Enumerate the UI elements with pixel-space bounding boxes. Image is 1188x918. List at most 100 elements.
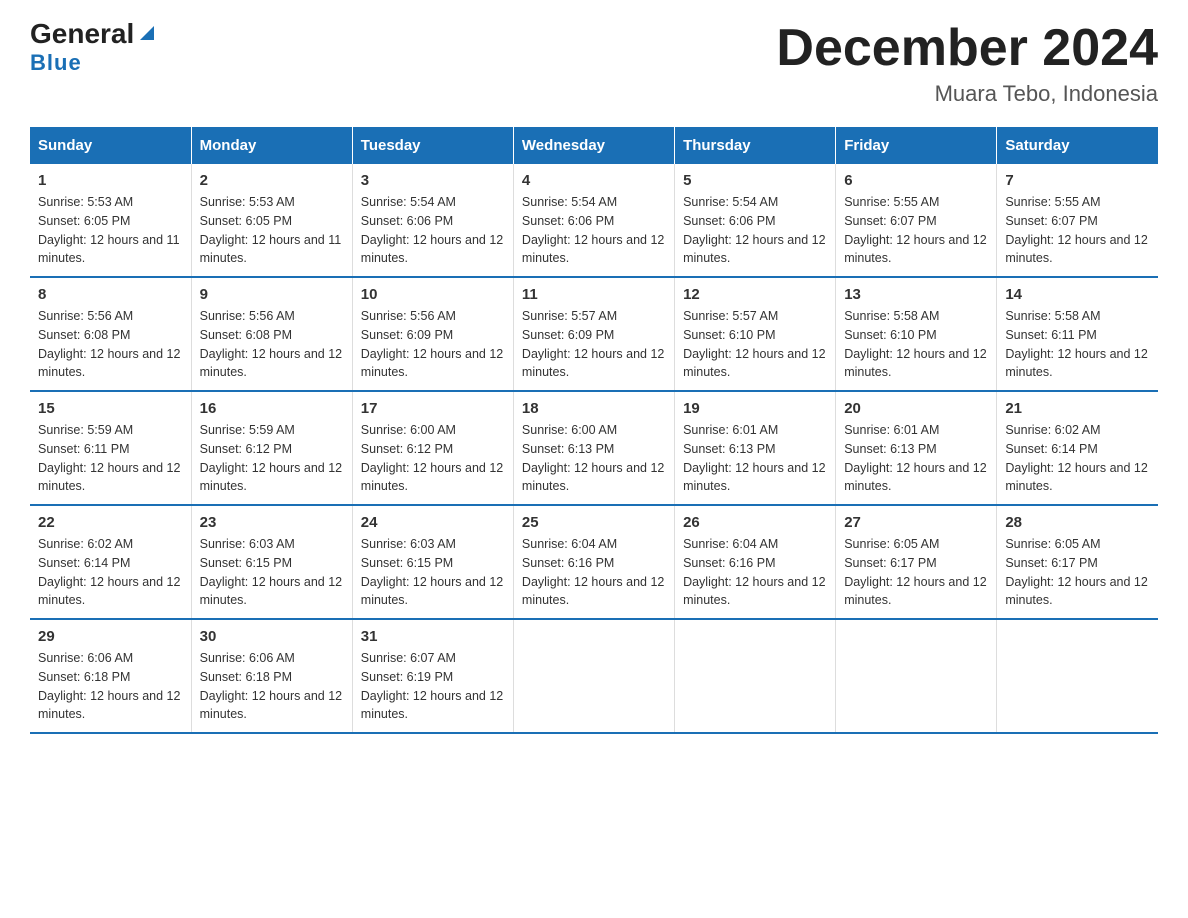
day-info: Sunrise: 6:06 AM Sunset: 6:18 PM Dayligh…	[200, 649, 344, 724]
daylight-label: Daylight: 12 hours and 12 minutes.	[361, 347, 503, 380]
day-info: Sunrise: 6:07 AM Sunset: 6:19 PM Dayligh…	[361, 649, 505, 724]
sunrise-label: Sunrise: 5:53 AM	[200, 195, 295, 209]
day-info: Sunrise: 5:55 AM Sunset: 6:07 PM Dayligh…	[844, 193, 988, 268]
calendar-day-cell: 16 Sunrise: 5:59 AM Sunset: 6:12 PM Dayl…	[191, 391, 352, 505]
day-info: Sunrise: 6:06 AM Sunset: 6:18 PM Dayligh…	[38, 649, 183, 724]
day-info: Sunrise: 6:02 AM Sunset: 6:14 PM Dayligh…	[38, 535, 183, 610]
calendar-day-cell: 20 Sunrise: 6:01 AM Sunset: 6:13 PM Dayl…	[836, 391, 997, 505]
day-info: Sunrise: 6:05 AM Sunset: 6:17 PM Dayligh…	[1005, 535, 1150, 610]
day-info: Sunrise: 5:58 AM Sunset: 6:10 PM Dayligh…	[844, 307, 988, 382]
calendar-day-cell: 22 Sunrise: 6:02 AM Sunset: 6:14 PM Dayl…	[30, 505, 191, 619]
calendar-day-cell: 23 Sunrise: 6:03 AM Sunset: 6:15 PM Dayl…	[191, 505, 352, 619]
daylight-label: Daylight: 12 hours and 12 minutes.	[200, 347, 342, 380]
daylight-label: Daylight: 12 hours and 12 minutes.	[522, 575, 664, 608]
day-number: 6	[844, 172, 988, 189]
sunrise-label: Sunrise: 6:00 AM	[522, 423, 617, 437]
sunrise-label: Sunrise: 6:02 AM	[1005, 423, 1100, 437]
calendar-day-cell: 3 Sunrise: 5:54 AM Sunset: 6:06 PM Dayli…	[352, 164, 513, 277]
daylight-label: Daylight: 12 hours and 11 minutes.	[200, 233, 342, 266]
daylight-label: Daylight: 12 hours and 12 minutes.	[1005, 461, 1147, 494]
calendar-day-cell: 18 Sunrise: 6:00 AM Sunset: 6:13 PM Dayl…	[513, 391, 674, 505]
sunset-label: Sunset: 6:07 PM	[844, 214, 936, 228]
weekday-header-friday: Friday	[836, 127, 997, 164]
daylight-label: Daylight: 12 hours and 12 minutes.	[683, 461, 825, 494]
daylight-label: Daylight: 12 hours and 12 minutes.	[1005, 575, 1147, 608]
day-number: 26	[683, 514, 827, 531]
sunrise-label: Sunrise: 5:58 AM	[1005, 309, 1100, 323]
sunset-label: Sunset: 6:06 PM	[361, 214, 453, 228]
sunrise-label: Sunrise: 5:59 AM	[38, 423, 133, 437]
page-subtitle: Muara Tebo, Indonesia	[776, 81, 1158, 107]
day-info: Sunrise: 6:00 AM Sunset: 6:12 PM Dayligh…	[361, 421, 505, 496]
calendar-day-cell: 11 Sunrise: 5:57 AM Sunset: 6:09 PM Dayl…	[513, 277, 674, 391]
sunset-label: Sunset: 6:13 PM	[522, 442, 614, 456]
day-info: Sunrise: 6:00 AM Sunset: 6:13 PM Dayligh…	[522, 421, 666, 496]
day-info: Sunrise: 5:54 AM Sunset: 6:06 PM Dayligh…	[361, 193, 505, 268]
day-number: 19	[683, 400, 827, 417]
sunrise-label: Sunrise: 5:55 AM	[1005, 195, 1100, 209]
sunrise-label: Sunrise: 5:56 AM	[200, 309, 295, 323]
sunrise-label: Sunrise: 6:03 AM	[200, 537, 295, 551]
day-info: Sunrise: 5:56 AM Sunset: 6:09 PM Dayligh…	[361, 307, 505, 382]
sunset-label: Sunset: 6:05 PM	[38, 214, 130, 228]
sunrise-label: Sunrise: 5:54 AM	[361, 195, 456, 209]
sunrise-label: Sunrise: 6:01 AM	[683, 423, 778, 437]
calendar-week-row: 8 Sunrise: 5:56 AM Sunset: 6:08 PM Dayli…	[30, 277, 1158, 391]
weekday-header-sunday: Sunday	[30, 127, 191, 164]
calendar-day-cell	[513, 619, 674, 733]
sunset-label: Sunset: 6:15 PM	[361, 556, 453, 570]
calendar-day-cell: 1 Sunrise: 5:53 AM Sunset: 6:05 PM Dayli…	[30, 164, 191, 277]
sunrise-label: Sunrise: 6:00 AM	[361, 423, 456, 437]
daylight-label: Daylight: 12 hours and 12 minutes.	[844, 347, 986, 380]
sunset-label: Sunset: 6:17 PM	[1005, 556, 1097, 570]
day-number: 20	[844, 400, 988, 417]
calendar-day-cell: 8 Sunrise: 5:56 AM Sunset: 6:08 PM Dayli…	[30, 277, 191, 391]
calendar-day-cell: 24 Sunrise: 6:03 AM Sunset: 6:15 PM Dayl…	[352, 505, 513, 619]
day-number: 13	[844, 286, 988, 303]
sunrise-label: Sunrise: 5:54 AM	[522, 195, 617, 209]
sunset-label: Sunset: 6:16 PM	[522, 556, 614, 570]
sunrise-label: Sunrise: 6:03 AM	[361, 537, 456, 551]
sunset-label: Sunset: 6:18 PM	[200, 670, 292, 684]
sunset-label: Sunset: 6:05 PM	[200, 214, 292, 228]
sunset-label: Sunset: 6:12 PM	[200, 442, 292, 456]
sunset-label: Sunset: 6:08 PM	[200, 328, 292, 342]
day-number: 30	[200, 628, 344, 645]
sunset-label: Sunset: 6:07 PM	[1005, 214, 1097, 228]
calendar-day-cell: 9 Sunrise: 5:56 AM Sunset: 6:08 PM Dayli…	[191, 277, 352, 391]
calendar-day-cell: 30 Sunrise: 6:06 AM Sunset: 6:18 PM Dayl…	[191, 619, 352, 733]
sunrise-label: Sunrise: 6:04 AM	[683, 537, 778, 551]
daylight-label: Daylight: 12 hours and 12 minutes.	[200, 689, 342, 722]
sunrise-label: Sunrise: 5:54 AM	[683, 195, 778, 209]
weekday-header-tuesday: Tuesday	[352, 127, 513, 164]
calendar-day-cell: 4 Sunrise: 5:54 AM Sunset: 6:06 PM Dayli…	[513, 164, 674, 277]
day-info: Sunrise: 5:56 AM Sunset: 6:08 PM Dayligh…	[200, 307, 344, 382]
daylight-label: Daylight: 12 hours and 12 minutes.	[200, 575, 342, 608]
weekday-header-row: SundayMondayTuesdayWednesdayThursdayFrid…	[30, 127, 1158, 164]
calendar-day-cell: 26 Sunrise: 6:04 AM Sunset: 6:16 PM Dayl…	[675, 505, 836, 619]
day-number: 3	[361, 172, 505, 189]
day-info: Sunrise: 6:01 AM Sunset: 6:13 PM Dayligh…	[683, 421, 827, 496]
day-number: 27	[844, 514, 988, 531]
day-info: Sunrise: 5:59 AM Sunset: 6:12 PM Dayligh…	[200, 421, 344, 496]
daylight-label: Daylight: 12 hours and 12 minutes.	[38, 347, 180, 380]
calendar-table: SundayMondayTuesdayWednesdayThursdayFrid…	[30, 127, 1158, 734]
calendar-day-cell: 10 Sunrise: 5:56 AM Sunset: 6:09 PM Dayl…	[352, 277, 513, 391]
sunset-label: Sunset: 6:10 PM	[683, 328, 775, 342]
sunset-label: Sunset: 6:18 PM	[38, 670, 130, 684]
day-info: Sunrise: 5:56 AM Sunset: 6:08 PM Dayligh…	[38, 307, 183, 382]
calendar-day-cell: 7 Sunrise: 5:55 AM Sunset: 6:07 PM Dayli…	[997, 164, 1158, 277]
calendar-day-cell: 29 Sunrise: 6:06 AM Sunset: 6:18 PM Dayl…	[30, 619, 191, 733]
sunrise-label: Sunrise: 6:07 AM	[361, 651, 456, 665]
sunrise-label: Sunrise: 5:55 AM	[844, 195, 939, 209]
sunset-label: Sunset: 6:09 PM	[522, 328, 614, 342]
day-number: 31	[361, 628, 505, 645]
day-info: Sunrise: 6:04 AM Sunset: 6:16 PM Dayligh…	[683, 535, 827, 610]
calendar-day-cell: 13 Sunrise: 5:58 AM Sunset: 6:10 PM Dayl…	[836, 277, 997, 391]
day-info: Sunrise: 5:53 AM Sunset: 6:05 PM Dayligh…	[38, 193, 183, 268]
calendar-week-row: 22 Sunrise: 6:02 AM Sunset: 6:14 PM Dayl…	[30, 505, 1158, 619]
day-number: 25	[522, 514, 666, 531]
weekday-header-monday: Monday	[191, 127, 352, 164]
day-number: 23	[200, 514, 344, 531]
daylight-label: Daylight: 12 hours and 12 minutes.	[200, 461, 342, 494]
